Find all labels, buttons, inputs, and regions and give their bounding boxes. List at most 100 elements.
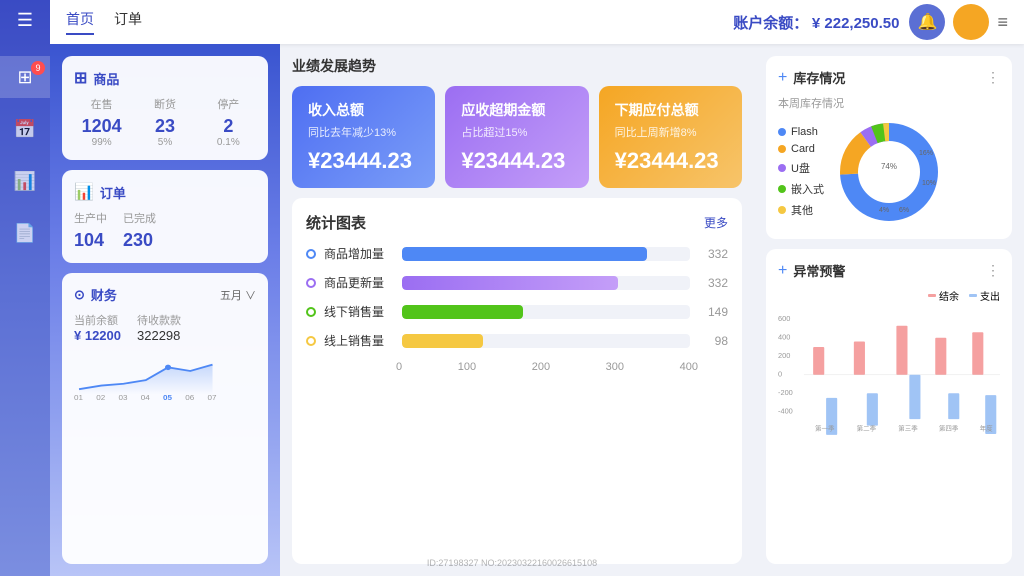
header-menu-button[interactable]: ≡	[997, 12, 1008, 33]
chart-header: 统计图表 更多	[306, 212, 728, 233]
performance-cards: 收入总额 同比去年减少13% ¥23444.23 应收超期金额 占比超过15% …	[292, 86, 742, 188]
svg-text:600: 600	[778, 314, 790, 323]
chart-icon: 📊	[14, 171, 36, 192]
left-panel: ⊞ 商品 在售 1204 99% 断货 23 5% 停产	[50, 44, 280, 576]
svg-text:4%: 4%	[879, 207, 889, 214]
bar-track-0	[402, 247, 690, 261]
product-stat-discontinued: 停产 2 0.1%	[201, 96, 256, 148]
bar-fill-2	[402, 305, 523, 319]
bar-item-2: 线下销售量 149	[306, 303, 728, 320]
legend-embedded: 嵌入式	[778, 181, 824, 197]
svg-text:400: 400	[778, 333, 790, 342]
revenue-card: 收入总额 同比去年减少13% ¥23444.23	[292, 86, 435, 188]
content-area: ⊞ 商品 在售 1204 99% 断货 23 5% 停产	[50, 44, 1024, 576]
finance-balance: 当前余额 ¥ 12200	[74, 312, 121, 343]
sidebar-menu-icon[interactable]: ☰	[17, 10, 33, 31]
sidebar-item-chart[interactable]: 📊	[0, 160, 50, 202]
finance-month-selector[interactable]: 五月 ∨	[220, 287, 256, 303]
order-card-title: 📊 订单	[74, 182, 256, 202]
svg-text:-400: -400	[778, 407, 793, 416]
finance-icon: ⊙	[74, 287, 85, 303]
anomaly-bar-chart: 600 400 200 0 -200 -400	[778, 307, 1000, 442]
svg-text:-200: -200	[778, 388, 793, 397]
order-card: 📊 订单 生产中 104 已完成 230	[62, 170, 268, 263]
bar-item-0: 商品增加量 332	[306, 245, 728, 262]
inventory-subtitle: 本周库存情况	[778, 95, 1000, 111]
sidebar-nav: ⊞ 9 📅 📊 📄	[0, 56, 50, 254]
finance-body: 当前余额 ¥ 12200 待收款款 322298	[74, 312, 256, 343]
legend-udisk: U盘	[778, 160, 824, 176]
main-content: 首页 订单 账户余额： ¥ 222,250.50 🔔 ≡ ⊞ 商品	[50, 0, 1024, 576]
right-panel: + 库存情况 ⋮ 本周库存情况 Flash	[754, 44, 1024, 576]
inventory-more-icon[interactable]: ⋮	[986, 69, 1000, 86]
watermark: ID:27198327 NO:20230322160026615108	[427, 558, 597, 568]
svg-text:74%: 74%	[881, 162, 897, 171]
inventory-donut-chart: 74% 16% 10% 6% 4%	[834, 117, 944, 227]
chart-more-button[interactable]: 更多	[704, 214, 728, 231]
receivable-card: 应收超期金额 占比超过15% ¥23444.23	[445, 86, 588, 188]
header-icons: 🔔 ≡	[909, 4, 1008, 40]
header: 首页 订单 账户余额： ¥ 222,250.50 🔔 ≡	[50, 0, 1024, 44]
order-stat-completed: 已完成 230	[123, 210, 156, 251]
anomaly-add-button[interactable]: +	[778, 262, 787, 280]
inventory-card-header: + 库存情况 ⋮	[778, 68, 1000, 87]
legend-other: 其他	[778, 202, 824, 218]
order-icon: 📊	[74, 182, 94, 202]
payable-card: 下期应付总额 同比上周新增8% ¥23444.23	[599, 86, 742, 188]
product-stat-onsale: 在售 1204 99%	[74, 96, 129, 148]
svg-text:16%: 16%	[919, 150, 933, 157]
bar-dot-0	[306, 249, 316, 259]
finance-mini-chart: 01 02 03 04 05 06 07	[74, 351, 256, 401]
product-card: ⊞ 商品 在售 1204 99% 断货 23 5% 停产	[62, 56, 268, 160]
mid-panel: 业绩发展趋势 收入总额 同比去年减少13% ¥23444.23 应收超期金额 占…	[280, 44, 754, 576]
bar-track-1	[402, 276, 690, 290]
bar-dot-2	[306, 307, 316, 317]
avatar-button[interactable]	[953, 4, 989, 40]
product-icon: ⊞	[74, 68, 87, 88]
legend-flash: Flash	[778, 126, 824, 138]
bar-fill-1	[402, 276, 618, 290]
anomaly-actions: ⋮	[986, 262, 1000, 279]
inventory-legend: Flash Card U盘 嵌入式	[778, 126, 824, 218]
bar-dot-1	[306, 278, 316, 288]
inventory-add-button[interactable]: +	[778, 69, 787, 87]
svg-text:第三季: 第三季	[898, 423, 918, 432]
order-stat-inprogress: 生产中 104	[74, 210, 107, 251]
svg-text:0: 0	[778, 370, 782, 379]
bar-count-3: 98	[698, 334, 728, 348]
bar-label-2: 线下销售量	[324, 303, 394, 320]
tab-orders[interactable]: 订单	[114, 9, 142, 35]
bar-count-1: 332	[698, 276, 728, 290]
bar-item-3: 线上销售量 98	[306, 332, 728, 349]
anomaly-legend: 结余 支出	[778, 288, 1000, 303]
sidebar-item-home[interactable]: ⊞ 9	[0, 56, 50, 98]
anomaly-chart-svg: 600 400 200 0 -200 -400	[778, 307, 1000, 437]
bar-label-0: 商品增加量	[324, 245, 394, 262]
header-tabs: 首页 订单	[66, 9, 733, 35]
chart-title: 统计图表	[306, 212, 366, 233]
bar-track-2	[402, 305, 690, 319]
svg-text:200: 200	[778, 351, 790, 360]
performance-title: 业绩发展趋势	[292, 56, 742, 76]
anomaly-legend-expense: 支出	[969, 288, 1000, 303]
bar-count-0: 332	[698, 247, 728, 261]
bar-count-2: 149	[698, 305, 728, 319]
anomaly-title: 异常预警	[793, 261, 845, 280]
inventory-card: + 库存情况 ⋮ 本周库存情况 Flash	[766, 56, 1012, 239]
finance-receivable: 待收款款 322298	[137, 312, 181, 343]
svg-text:年度: 年度	[980, 423, 993, 432]
bar-label-1: 商品更新量	[324, 274, 394, 291]
sidebar-item-doc[interactable]: 📄	[0, 212, 50, 254]
svg-text:第四季: 第四季	[939, 423, 959, 432]
balance-label: 账户余额： ¥ 222,250.50	[733, 12, 899, 33]
bar-item-1: 商品更新量 332	[306, 274, 728, 291]
bar-fill-3	[402, 334, 483, 348]
doc-icon: 📄	[14, 223, 36, 244]
sidebar-item-calendar[interactable]: 📅	[0, 108, 50, 150]
anomaly-more-icon[interactable]: ⋮	[986, 262, 1000, 279]
bar-label-3: 线上销售量	[324, 332, 394, 349]
svg-text:第一季: 第一季	[815, 423, 835, 432]
tab-home[interactable]: 首页	[66, 9, 94, 35]
notification-button[interactable]: 🔔	[909, 4, 945, 40]
finance-card: ⊙ 财务 五月 ∨ 当前余额 ¥ 12200 待收款款 322298	[62, 273, 268, 564]
